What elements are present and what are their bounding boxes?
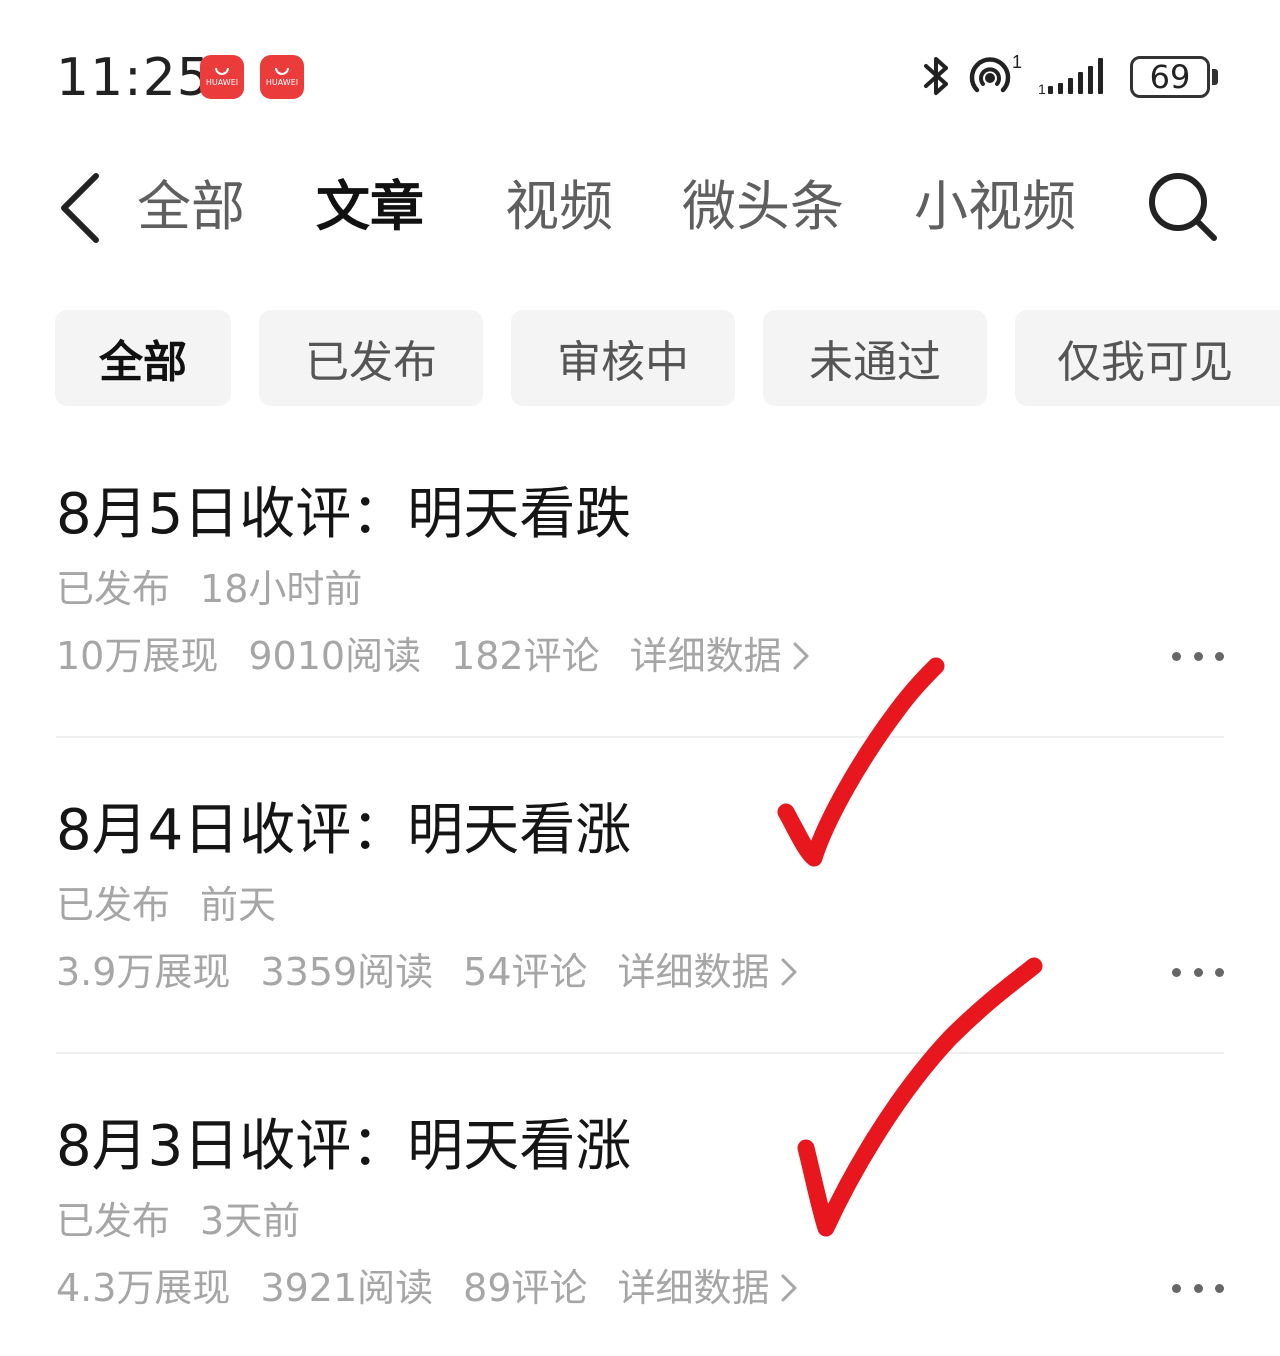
article-status: 已发布 [56,567,171,611]
svg-text:1: 1 [1038,81,1046,97]
status-time: 11:25 [56,48,211,108]
bluetooth-icon [924,57,948,95]
signal-icon: 1 [1038,58,1103,97]
article-meta: 已发布 18小时前 [56,564,362,614]
article-stats: 4.3万展现 3921阅读 89评论 详细数据 [56,1262,830,1314]
divider [56,1052,1224,1054]
article-time: 3天前 [200,1199,301,1243]
huawei-appgallery-icon: HUAWEI [260,55,304,99]
back-icon[interactable] [56,170,106,246]
article-title[interactable]: 8月5日收评：明天看跌 [56,480,631,550]
detail-data-label: 详细数据 [617,950,770,994]
search-icon[interactable] [1146,170,1220,244]
svg-text:1: 1 [1012,52,1022,72]
chevron-right-icon [793,642,809,670]
hotspot-icon: 1 [969,52,1022,93]
article-item[interactable]: 8月5日收评：明天看跌 已发布 18小时前 10万展现 9010阅读 182评论 … [0,440,1280,756]
more-options-icon[interactable] [1172,644,1224,668]
tab-all[interactable]: 全部 [137,172,245,242]
divider [56,736,1224,738]
article-stats: 10万展现 9010阅读 182评论 详细数据 [56,630,842,682]
article-title[interactable]: 8月4日收评：明天看涨 [56,796,631,866]
article-impressions: 10万展现 [56,634,219,678]
tab-videos[interactable]: 视频 [505,172,613,242]
battery-nub [1212,69,1218,85]
tab-micro-headlines[interactable]: 微头条 [682,172,844,242]
article-meta: 已发布 3天前 [56,1196,300,1246]
chevron-right-icon [781,958,797,986]
detail-data-link[interactable]: 详细数据 [618,946,800,998]
chevron-right-icon [781,1274,797,1302]
article-reads: 3921阅读 [260,1266,434,1310]
article-item[interactable]: 8月3日收评：明天看涨 已发布 3天前 4.3万展现 3921阅读 89评论 详细… [0,1072,1280,1356]
more-options-icon[interactable] [1172,1276,1224,1300]
filter-published[interactable]: 已发布 [259,310,483,406]
filter-under-review[interactable]: 审核中 [511,310,735,406]
filter-all[interactable]: 全部 [55,310,231,406]
article-impressions: 3.9万展现 [56,950,231,994]
huawei-appgallery-icon: HUAWEI [200,55,244,99]
tab-short-videos[interactable]: 小视频 [914,172,1076,242]
article-meta: 已发布 前天 [56,880,276,930]
article-status: 已发布 [56,1199,171,1243]
detail-data-label: 详细数据 [629,634,782,678]
battery-icon: 69 [1130,56,1210,98]
detail-data-link[interactable]: 详细数据 [630,630,812,682]
article-time: 18小时前 [200,567,363,611]
article-reads: 9010阅读 [248,634,422,678]
article-title[interactable]: 8月3日收评：明天看涨 [56,1112,631,1182]
article-comments: 89评论 [463,1266,588,1310]
more-options-icon[interactable] [1172,960,1224,984]
detail-data-link[interactable]: 详细数据 [618,1262,800,1314]
filter-rejected[interactable]: 未通过 [763,310,987,406]
article-comments: 54评论 [463,950,588,994]
filter-private[interactable]: 仅我可见 [1015,310,1280,406]
battery-level: 69 [1149,58,1191,96]
article-stats: 3.9万展现 3359阅读 54评论 详细数据 [56,946,830,998]
tab-articles[interactable]: 文章 [316,172,424,242]
article-item[interactable]: 8月4日收评：明天看涨 已发布 前天 3.9万展现 3359阅读 54评论 详细数… [0,756,1280,1072]
article-reads: 3359阅读 [260,950,434,994]
article-time: 前天 [200,883,277,927]
article-status: 已发布 [56,883,171,927]
detail-data-label: 详细数据 [617,1266,770,1310]
article-comments: 182评论 [451,634,600,678]
article-impressions: 4.3万展现 [56,1266,231,1310]
